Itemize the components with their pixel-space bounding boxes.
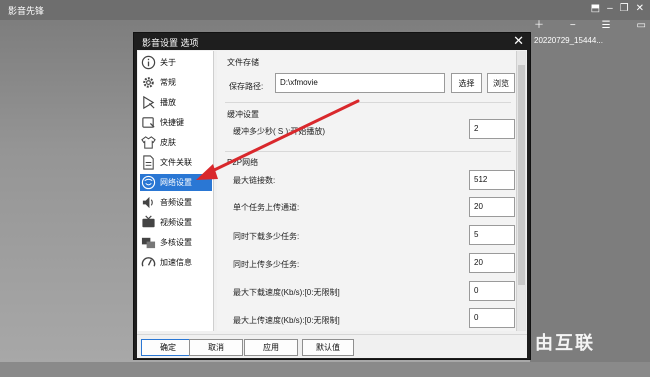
- nav-label: 文件关联: [160, 158, 192, 167]
- add-icon[interactable]: ＋: [534, 20, 544, 32]
- close-icon[interactable]: ✕: [636, 3, 644, 15]
- default-button[interactable]: 默认值: [302, 339, 354, 356]
- nav-label: 皮肤: [160, 138, 176, 147]
- multicore-icon: [141, 237, 156, 249]
- nav-label: 网络设置: [160, 178, 192, 187]
- network-icon: [141, 175, 156, 190]
- player-title: 影音先锋: [8, 6, 45, 16]
- file-link-icon: [143, 155, 154, 170]
- file-storage-section-title: 文件存储: [227, 58, 259, 67]
- nav-item-about[interactable]: 关于: [140, 54, 212, 71]
- content-scrollbar[interactable]: [516, 51, 526, 331]
- settings-content: 文件存储 保存路径: D:\xfmovie 选择 浏览 缓冲设置 缓冲多少秒( …: [217, 51, 517, 331]
- tv-icon: [142, 215, 155, 228]
- cancel-button[interactable]: 取消: [189, 339, 243, 356]
- remove-icon[interactable]: −: [570, 20, 576, 32]
- nav-label: 快捷键: [160, 118, 184, 127]
- nav-label: 多核设置: [160, 238, 192, 247]
- nav-item-shortcuts[interactable]: 快捷键: [140, 114, 212, 131]
- menu-icon[interactable]: ☰: [602, 20, 611, 32]
- nav-item-file-association[interactable]: 文件关联: [140, 154, 212, 171]
- browse-button[interactable]: 浏览: [487, 73, 515, 93]
- max-download-speed-label: 最大下载速度(Kb/s):[0:无限制]: [233, 288, 340, 297]
- list-mode-icon[interactable]: ▭: [637, 20, 646, 32]
- dialog-titlebar: 影音设置 选项 ✕: [134, 33, 530, 50]
- dialog-footer: 确定 取消 应用 默认值: [137, 334, 527, 358]
- concurrent-downloads-input[interactable]: 5: [469, 225, 515, 245]
- nav-label: 音频设置: [160, 198, 192, 207]
- nav-item-acceleration[interactable]: 加速信息: [140, 254, 212, 271]
- buffer-seconds-label: 缓冲多少秒( S ):开始播放): [233, 127, 325, 136]
- nav-item-playback[interactable]: 播放: [140, 94, 212, 111]
- dialog-close-button[interactable]: ✕: [513, 34, 524, 48]
- play-icon: [143, 95, 155, 110]
- keyboard-icon: [142, 117, 155, 128]
- info-icon: [141, 55, 156, 70]
- nav-label: 常规: [160, 78, 176, 87]
- dialog-body: 关于 常规 播放 快捷键 皮肤 文件关联 网络设置 音频设置 视频设置 多核设置…: [137, 50, 527, 358]
- nav-label: 加速信息: [160, 258, 192, 267]
- nav-label: 播放: [160, 98, 176, 107]
- select-path-button[interactable]: 选择: [451, 73, 482, 93]
- playlist-panel: ＋ − ☰ ▭ 20220729_15444...: [530, 20, 650, 377]
- control-bar: [0, 362, 650, 377]
- nav-item-multicore[interactable]: 多核设置: [140, 234, 212, 251]
- scrollbar-thumb[interactable]: [518, 65, 525, 285]
- max-connections-label: 最大链接数:: [233, 176, 276, 185]
- nav-item-general[interactable]: 常规: [140, 74, 212, 91]
- nav-label: 视频设置: [160, 218, 192, 227]
- shirt-icon: [141, 136, 156, 149]
- buffer-section-title: 缓冲设置: [227, 110, 259, 119]
- settings-nav: 关于 常规 播放 快捷键 皮肤 文件关联 网络设置 音频设置 视频设置 多核设置…: [138, 51, 214, 331]
- player-titlebar: 影音先锋 ⬒ – ❐ ✕: [0, 0, 650, 20]
- nav-item-skin[interactable]: 皮肤: [140, 134, 212, 151]
- gear-icon: [143, 77, 154, 88]
- p2p-section-title: P2P网络: [227, 158, 259, 167]
- restore-icon[interactable]: ❐: [620, 3, 629, 15]
- dialog-title: 影音设置 选项: [142, 38, 199, 48]
- skin-icon[interactable]: ⬒: [591, 3, 600, 15]
- max-connections-input[interactable]: 512: [469, 170, 515, 190]
- buffer-seconds-input[interactable]: 2: [469, 119, 515, 139]
- concurrent-downloads-label: 同时下载多少任务:: [233, 232, 300, 241]
- audio-icon: [142, 196, 153, 209]
- settings-dialog: 影音设置 选项 ✕ 关于 常规 播放 快捷键 皮肤 文件关联 网络设置 音频设置…: [133, 32, 531, 360]
- save-path-input[interactable]: D:\xfmovie: [275, 73, 445, 93]
- playlist-toolbar: ＋ − ☰ ▭: [534, 20, 646, 32]
- divider: [225, 102, 511, 103]
- upload-channels-label: 单个任务上传通道:: [233, 203, 300, 212]
- minimize-icon[interactable]: –: [607, 3, 613, 15]
- window-controls: ⬒ – ❐ ✕: [591, 3, 644, 15]
- max-download-speed-input[interactable]: 0: [469, 281, 515, 301]
- max-upload-speed-input[interactable]: 0: [469, 308, 515, 328]
- upload-channels-input[interactable]: 20: [469, 197, 515, 217]
- save-path-label: 保存路径:: [229, 82, 264, 91]
- nav-item-video[interactable]: 视频设置: [140, 214, 212, 231]
- nav-item-audio[interactable]: 音频设置: [140, 194, 212, 211]
- playlist-item[interactable]: 20220729_15444...: [534, 36, 646, 48]
- apply-button[interactable]: 应用: [244, 339, 298, 356]
- max-upload-speed-label: 最大上传速度(Kb/s):[0:无限制]: [233, 316, 340, 325]
- divider: [225, 151, 511, 152]
- nav-item-network[interactable]: 网络设置: [140, 174, 212, 191]
- nav-label: 关于: [160, 58, 176, 67]
- concurrent-uploads-label: 同时上传多少任务:: [233, 260, 300, 269]
- concurrent-uploads-input[interactable]: 20: [469, 253, 515, 273]
- speedometer-icon: [141, 257, 156, 267]
- ok-button[interactable]: 确定: [141, 339, 195, 356]
